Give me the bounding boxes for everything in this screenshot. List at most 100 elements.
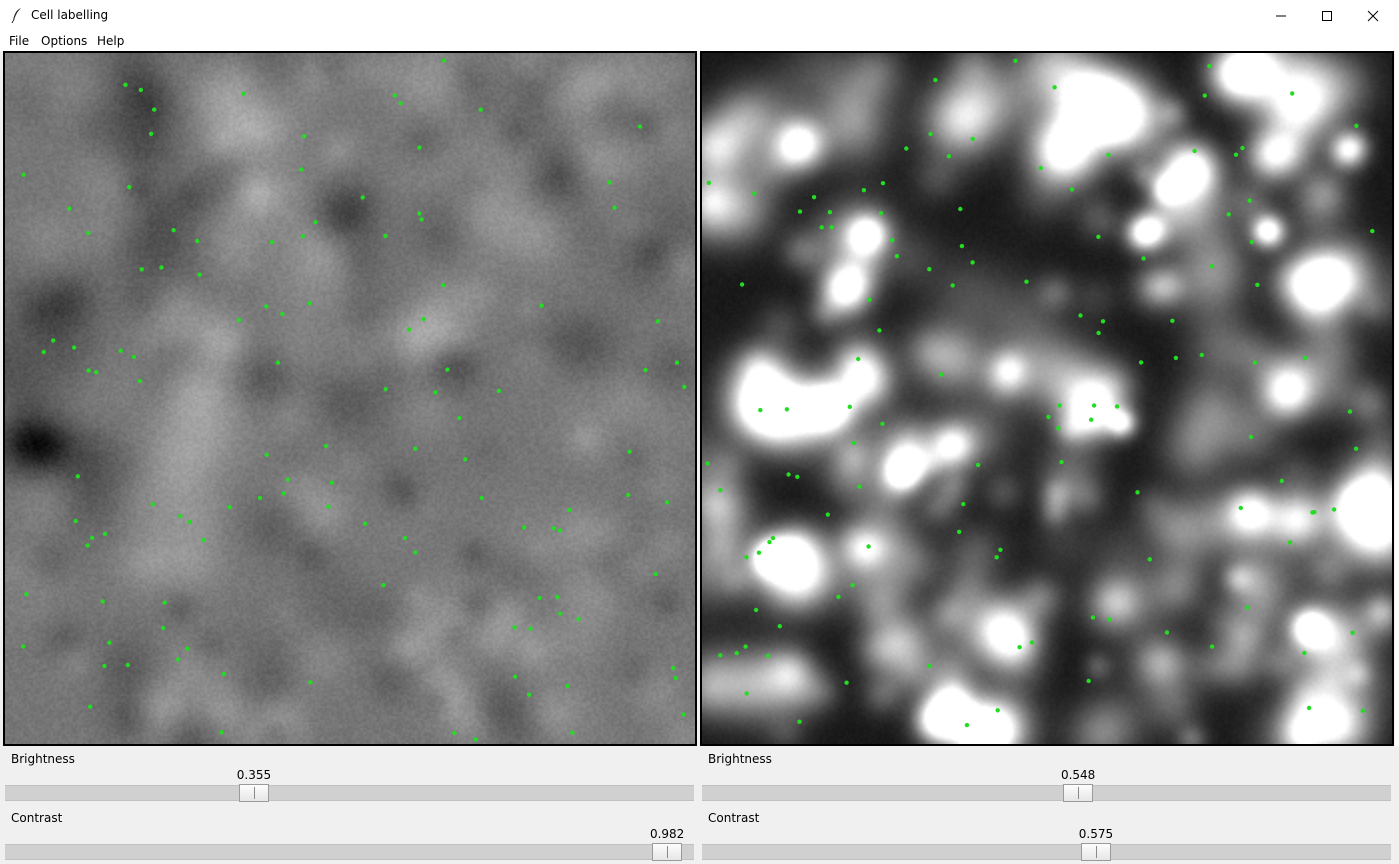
cell-marker[interactable] bbox=[162, 600, 167, 605]
cell-marker[interactable] bbox=[1199, 352, 1204, 358]
cell-marker[interactable] bbox=[970, 260, 975, 265]
cell-marker[interactable] bbox=[90, 535, 95, 540]
cell-marker[interactable] bbox=[473, 737, 478, 742]
cell-marker[interactable] bbox=[326, 504, 331, 509]
left-brightness-slider-thumb[interactable] bbox=[238, 784, 269, 802]
cell-marker[interactable] bbox=[565, 683, 570, 689]
cell-marker[interactable] bbox=[643, 367, 648, 373]
cell-marker[interactable] bbox=[171, 228, 176, 233]
cell-marker[interactable] bbox=[1255, 282, 1260, 287]
cell-marker[interactable] bbox=[1248, 434, 1254, 440]
cell-marker[interactable] bbox=[300, 234, 305, 239]
cell-marker[interactable] bbox=[861, 188, 867, 193]
cell-marker[interactable] bbox=[24, 592, 29, 597]
cell-marker[interactable] bbox=[777, 624, 782, 629]
cell-marker[interactable] bbox=[786, 472, 791, 477]
cell-marker[interactable] bbox=[850, 583, 855, 588]
cell-marker[interactable] bbox=[445, 367, 450, 372]
cell-marker[interactable] bbox=[86, 368, 91, 373]
cell-marker[interactable] bbox=[1192, 148, 1197, 154]
cell-marker[interactable] bbox=[381, 582, 386, 588]
cell-marker[interactable] bbox=[825, 512, 830, 517]
cell-marker[interactable] bbox=[413, 550, 418, 555]
cell-marker[interactable] bbox=[1164, 630, 1170, 635]
cell-marker[interactable] bbox=[125, 662, 131, 668]
cell-marker[interactable] bbox=[537, 595, 542, 601]
cell-marker[interactable] bbox=[928, 131, 933, 137]
cell-marker[interactable] bbox=[555, 594, 560, 600]
cell-marker[interactable] bbox=[567, 507, 572, 513]
cell-marker[interactable] bbox=[1240, 145, 1245, 151]
cell-marker[interactable] bbox=[1059, 459, 1064, 465]
cell-marker[interactable] bbox=[138, 87, 144, 93]
cell-marker[interactable] bbox=[1238, 505, 1243, 511]
cell-marker[interactable] bbox=[1056, 426, 1061, 431]
cell-marker[interactable] bbox=[148, 131, 154, 136]
cell-marker[interactable] bbox=[150, 502, 155, 507]
cell-marker[interactable] bbox=[413, 446, 418, 451]
cell-marker[interactable] bbox=[626, 492, 631, 498]
maximize-button[interactable] bbox=[1304, 0, 1350, 31]
cell-marker[interactable] bbox=[100, 599, 105, 604]
cell-marker[interactable] bbox=[744, 555, 749, 560]
right-brightness-slider[interactable] bbox=[702, 784, 1391, 802]
cell-marker[interactable] bbox=[767, 539, 772, 545]
cell-marker[interactable] bbox=[1306, 705, 1312, 711]
left-contrast-slider-thumb[interactable] bbox=[652, 843, 683, 861]
cell-marker[interactable] bbox=[275, 360, 281, 365]
cell-marker[interactable] bbox=[1147, 557, 1152, 562]
cell-marker[interactable] bbox=[219, 730, 224, 735]
right-brightness-slider-thumb[interactable] bbox=[1063, 784, 1094, 802]
cell-marker[interactable] bbox=[558, 611, 563, 616]
cell-marker[interactable] bbox=[1249, 239, 1255, 245]
cell-marker[interactable] bbox=[1107, 617, 1112, 622]
cell-marker[interactable] bbox=[994, 555, 999, 560]
cell-marker[interactable] bbox=[512, 625, 517, 630]
cell-marker[interactable] bbox=[743, 644, 748, 649]
cell-marker[interactable] bbox=[927, 267, 932, 272]
cell-marker[interactable] bbox=[1141, 256, 1146, 261]
cell-marker[interactable] bbox=[1173, 355, 1179, 361]
cell-marker[interactable] bbox=[457, 415, 462, 421]
cell-marker[interactable] bbox=[512, 674, 518, 679]
cell-marker[interactable] bbox=[570, 730, 575, 735]
cell-marker[interactable] bbox=[1331, 507, 1337, 512]
cell-marker[interactable] bbox=[362, 521, 368, 526]
cell-marker[interactable] bbox=[734, 650, 739, 656]
cell-marker[interactable] bbox=[360, 195, 365, 200]
cell-marker[interactable] bbox=[417, 211, 422, 216]
cell-marker[interactable] bbox=[950, 283, 955, 288]
cell-marker[interactable] bbox=[959, 243, 965, 249]
cell-marker[interactable] bbox=[894, 253, 900, 259]
cell-marker[interactable] bbox=[1024, 279, 1029, 284]
cell-marker[interactable] bbox=[176, 657, 181, 662]
cell-marker[interactable] bbox=[1057, 403, 1062, 408]
cell-marker[interactable] bbox=[607, 180, 612, 185]
cell-marker[interactable] bbox=[878, 211, 884, 216]
cell-marker[interactable] bbox=[127, 184, 132, 190]
cell-marker[interactable] bbox=[957, 529, 962, 534]
cell-marker[interactable] bbox=[417, 145, 422, 150]
cell-marker[interactable] bbox=[877, 328, 882, 333]
cell-marker[interactable] bbox=[1290, 91, 1295, 96]
cell-marker[interactable] bbox=[756, 550, 762, 555]
cell-marker[interactable] bbox=[1052, 85, 1057, 90]
cell-marker[interactable] bbox=[627, 449, 632, 454]
cell-marker[interactable] bbox=[1078, 313, 1083, 318]
cell-marker[interactable] bbox=[1106, 152, 1111, 158]
menu-help[interactable]: Help bbox=[97, 34, 124, 48]
cell-marker[interactable] bbox=[241, 91, 246, 96]
cell-marker[interactable] bbox=[1038, 165, 1043, 171]
cell-marker[interactable] bbox=[1226, 212, 1231, 217]
cell-marker[interactable] bbox=[161, 625, 166, 631]
cell-marker[interactable] bbox=[398, 101, 403, 106]
cell-marker[interactable] bbox=[528, 626, 533, 631]
cell-marker[interactable] bbox=[995, 708, 1000, 713]
cell-marker[interactable] bbox=[857, 484, 862, 489]
cell-marker[interactable] bbox=[970, 136, 975, 142]
cell-marker[interactable] bbox=[20, 644, 26, 649]
cell-marker[interactable] bbox=[851, 440, 857, 446]
cell-marker[interactable] bbox=[1046, 414, 1051, 420]
cell-marker[interactable] bbox=[1247, 198, 1252, 203]
cell-marker[interactable] bbox=[118, 348, 124, 353]
